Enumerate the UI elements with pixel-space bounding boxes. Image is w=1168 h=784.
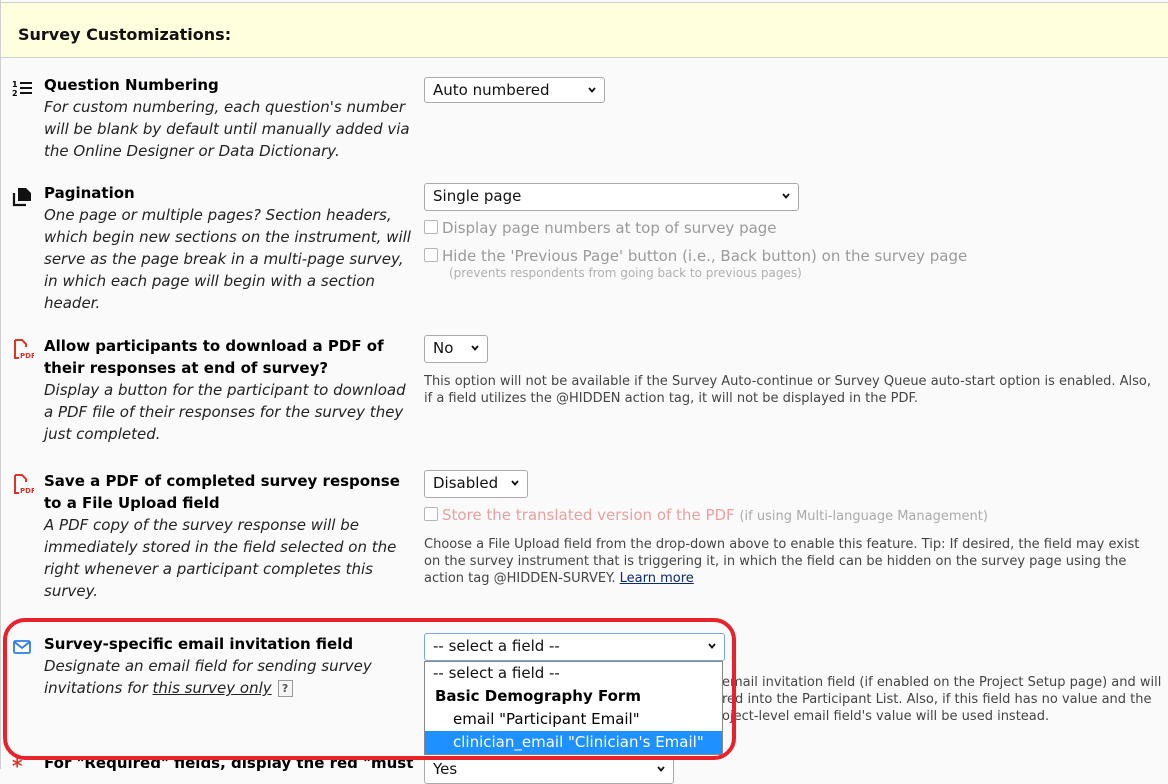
setting-title: Save a PDF of completed survey response … xyxy=(44,472,400,512)
email-field-select[interactable]: -- select a field -- xyxy=(424,633,725,661)
pdf-file-icon: PDF xyxy=(12,338,36,360)
pdf-download-select[interactable]: No xyxy=(424,335,488,363)
chevron-down-icon xyxy=(782,193,790,199)
setting-description: Designate an email field for sending sur… xyxy=(44,657,372,697)
pdf-save-select[interactable]: Disabled xyxy=(424,470,528,498)
pdf-download-note: This option will not be available if the… xyxy=(424,374,1151,406)
translated-pdf-option: Store the translated version of the PDF … xyxy=(424,506,1159,524)
svg-text:2: 2 xyxy=(12,89,18,98)
setting-title: Question Numbering xyxy=(44,76,219,94)
dropdown-option-placeholder[interactable]: -- select a field -- xyxy=(425,662,722,685)
dropdown-option-highlighted[interactable]: clinician_email "Clinician's Email" xyxy=(425,731,722,754)
page-numbers-option: Display page numbers at top of survey pa… xyxy=(424,219,967,237)
this-survey-only-link[interactable]: this survey only xyxy=(153,679,272,697)
setting-description: For custom numbering, each question's nu… xyxy=(44,98,410,160)
page-numbers-checkbox[interactable] xyxy=(424,220,438,234)
learn-more-link[interactable]: Learn more xyxy=(620,571,694,586)
svg-text:1: 1 xyxy=(12,80,18,89)
setting-title: Allow participants to download a PDF of … xyxy=(44,337,384,377)
pdf-save-note: Choose a File Upload field from the drop… xyxy=(424,537,1140,586)
question-numbering-select[interactable]: Auto numbered xyxy=(424,77,605,103)
chevron-down-icon xyxy=(588,87,596,93)
pdf-file-icon: PDF xyxy=(12,473,36,495)
envelope-icon xyxy=(12,636,34,658)
help-icon[interactable]: ? xyxy=(277,680,293,697)
email-field-dropdown-list: -- select a field -- Basic Demography Fo… xyxy=(424,661,723,755)
setting-title: Survey-specific email invitation field xyxy=(44,635,354,653)
hide-previous-checkbox[interactable] xyxy=(424,248,438,262)
chevron-down-icon xyxy=(511,480,519,486)
setting-description: A PDF copy of the survey response will b… xyxy=(44,516,397,600)
setting-description: Display a button for the participant to … xyxy=(44,381,406,443)
pagination-select[interactable]: Single page xyxy=(424,183,799,211)
svg-text:PDF: PDF xyxy=(20,487,34,495)
hide-previous-option: Hide the 'Previous Page' button (i.e., B… xyxy=(424,247,967,265)
chevron-down-icon xyxy=(657,766,665,772)
section-title: Survey Customizations: xyxy=(18,25,232,44)
chevron-down-icon xyxy=(471,345,479,351)
setting-title: Pagination xyxy=(44,184,135,202)
chevron-down-icon xyxy=(708,643,716,649)
numbered-list-icon: 1 2 xyxy=(12,78,34,100)
asterisk-icon: * xyxy=(12,754,23,778)
dropdown-group-label: Basic Demography Form xyxy=(435,687,641,705)
section-header: Survey Customizations: xyxy=(0,2,1168,58)
hide-previous-note: (prevents respondents from going back to… xyxy=(449,266,802,280)
setting-description: One page or multiple pages? Section head… xyxy=(44,206,411,312)
required-fields-select[interactable]: Yes xyxy=(424,756,674,784)
translated-pdf-checkbox[interactable] xyxy=(424,507,438,521)
svg-text:PDF: PDF xyxy=(20,352,34,360)
copy-pages-icon xyxy=(12,185,34,207)
email-field-note: email invitation field (if enabled on th… xyxy=(722,675,1162,724)
dropdown-option[interactable]: email "Participant Email" xyxy=(425,708,722,731)
setting-title: For "Required" fields, display the red "… xyxy=(44,754,414,772)
